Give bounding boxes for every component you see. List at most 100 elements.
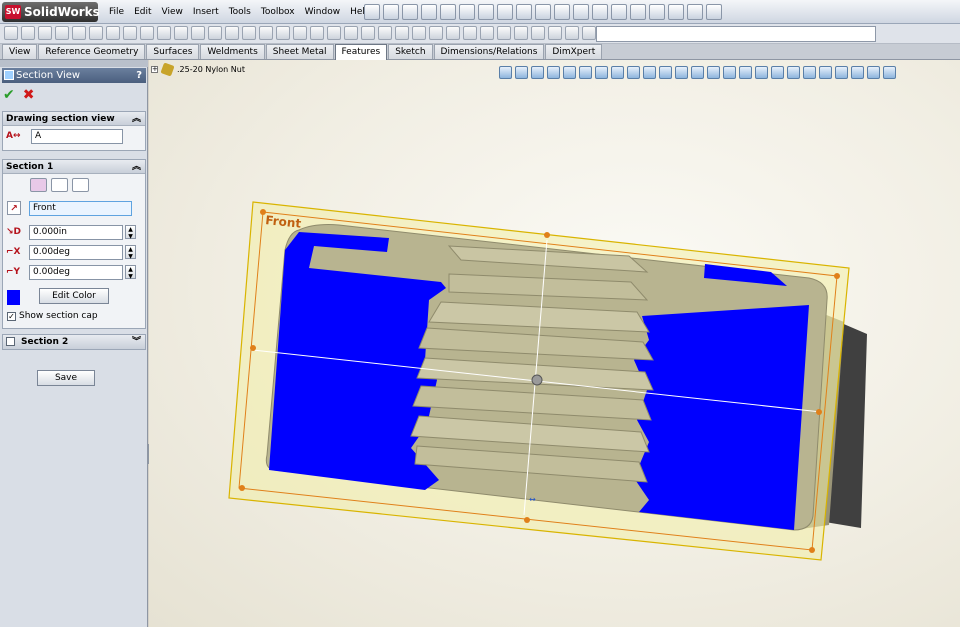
four-view-icon[interactable] — [851, 66, 864, 79]
select-icon[interactable] — [535, 4, 551, 20]
collapse-up-icon[interactable]: ︽ — [132, 112, 141, 126]
curve-icon[interactable] — [361, 26, 375, 40]
delete-face-icon[interactable] — [548, 26, 562, 40]
projected-curve-icon[interactable] — [412, 26, 426, 40]
top-view-icon[interactable] — [723, 66, 736, 79]
chamfer-icon[interactable] — [140, 26, 154, 40]
menu-file[interactable]: File — [104, 0, 129, 24]
section2-header[interactable]: Section 2 ︾ — [3, 335, 145, 349]
face-section-icon[interactable] — [51, 178, 68, 192]
rotation-y-spinner[interactable]: ▲ ▼ — [125, 265, 136, 280]
front-view-icon[interactable] — [659, 66, 672, 79]
zonal-section-icon[interactable] — [72, 178, 89, 192]
left-view-icon[interactable] — [691, 66, 704, 79]
section1-header[interactable]: Section 1 ︽ — [3, 160, 145, 174]
cut-revolve-icon[interactable] — [89, 26, 103, 40]
pan-icon[interactable] — [611, 66, 624, 79]
offset-spinner[interactable]: ▲ ▼ — [125, 225, 136, 240]
section-plane-field[interactable]: Front — [29, 201, 132, 216]
hole-icon[interactable] — [106, 26, 120, 40]
tab-weldments[interactable]: Weldments — [200, 44, 265, 59]
flex-icon[interactable] — [582, 26, 596, 40]
zoom-icon[interactable] — [554, 4, 570, 20]
draft-icon[interactable] — [191, 26, 205, 40]
bottom-view-icon[interactable] — [739, 66, 752, 79]
save-icon[interactable] — [421, 4, 437, 20]
shell-icon[interactable] — [174, 26, 188, 40]
isometric-view-icon[interactable] — [755, 66, 768, 79]
view-orientation-icon[interactable] — [595, 66, 608, 79]
sum-icon[interactable] — [668, 4, 684, 20]
ok-button[interactable]: ✔ — [3, 87, 15, 103]
scale-icon[interactable] — [565, 26, 579, 40]
menu-toolbox[interactable]: Toolbox — [256, 0, 300, 24]
options-icon[interactable] — [478, 4, 494, 20]
tab-surfaces[interactable]: Surfaces — [146, 44, 200, 59]
coordinate-system-icon[interactable] — [327, 26, 341, 40]
previous-view-icon[interactable] — [579, 66, 592, 79]
knit-icon[interactable] — [480, 26, 494, 40]
rebuild-icon[interactable] — [459, 4, 475, 20]
surface-icon[interactable] — [446, 26, 460, 40]
back-view-icon[interactable] — [675, 66, 688, 79]
triad-origin-icon[interactable] — [531, 374, 543, 386]
print-icon[interactable] — [440, 4, 456, 20]
split-line-icon[interactable] — [395, 26, 409, 40]
addin-icon[interactable] — [706, 4, 722, 20]
part-name[interactable]: .25-20 Nylon Nut — [177, 65, 245, 74]
offset-distance-field[interactable]: 0.000in — [29, 225, 123, 240]
composite-curve-icon[interactable] — [429, 26, 443, 40]
tab-sketch[interactable]: Sketch — [388, 44, 433, 59]
zoom-selection-icon[interactable] — [547, 66, 560, 79]
menu-view[interactable]: View — [157, 0, 188, 24]
graphics-area[interactable]: ↔ Front + .25-20 Nylon Nut — [149, 60, 960, 627]
list-icon[interactable] — [630, 4, 646, 20]
tab-dimxpert[interactable]: DimXpert — [545, 44, 603, 59]
open-icon[interactable] — [402, 4, 418, 20]
rotation-x-spinner[interactable]: ▲ ▼ — [125, 245, 136, 260]
help-button[interactable]: ? — [136, 68, 142, 83]
cancel-button[interactable]: ✖ — [23, 87, 35, 103]
tab-sheet-metal[interactable]: Sheet Metal — [265, 44, 334, 59]
equations-icon[interactable] — [649, 4, 665, 20]
section-view-toggle-icon[interactable] — [643, 66, 656, 79]
roll-view-icon[interactable] — [627, 66, 640, 79]
measure-icon[interactable] — [573, 4, 589, 20]
offset-surface-icon[interactable] — [463, 26, 477, 40]
linear-pattern-icon[interactable] — [259, 26, 273, 40]
extrude-icon[interactable] — [4, 26, 18, 40]
tab-reference-geometry[interactable]: Reference Geometry — [38, 44, 146, 59]
section-name-field[interactable]: A — [31, 129, 123, 144]
mirror-icon[interactable] — [242, 26, 256, 40]
show-section-cap-checkbox[interactable]: ✓ — [7, 312, 16, 321]
menu-edit[interactable]: Edit — [129, 0, 156, 24]
instant3d-icon[interactable] — [514, 26, 528, 40]
right-view-icon[interactable] — [707, 66, 720, 79]
sweep-icon[interactable] — [38, 26, 52, 40]
redo-icon[interactable] — [516, 4, 532, 20]
reference-plane-icon[interactable] — [293, 26, 307, 40]
rib-icon[interactable] — [157, 26, 171, 40]
collapse-up-icon[interactable]: ︽ — [132, 160, 141, 174]
app-logo[interactable]: SW SolidWorks — [2, 2, 100, 22]
drawing-section-view-header[interactable]: Drawing section view ︽ — [3, 112, 145, 126]
section2-checkbox[interactable] — [6, 337, 15, 346]
manager-tabs-strip[interactable] — [0, 60, 148, 67]
fillet-icon[interactable] — [123, 26, 137, 40]
point-icon[interactable] — [344, 26, 358, 40]
macro-icon[interactable] — [687, 4, 703, 20]
dimetric-view-icon[interactable] — [787, 66, 800, 79]
pin-icon[interactable] — [364, 4, 380, 20]
tab-view[interactable]: View — [2, 44, 38, 59]
dome-icon[interactable] — [208, 26, 222, 40]
revolve-icon[interactable] — [21, 26, 35, 40]
menu-insert[interactable]: Insert — [188, 0, 224, 24]
reverse-direction-icon[interactable]: ↗ — [7, 201, 21, 215]
thicken-icon[interactable] — [497, 26, 511, 40]
wrap-icon[interactable] — [225, 26, 239, 40]
rotation-y-field[interactable]: 0.00deg — [29, 265, 123, 280]
trimetric-view-icon[interactable] — [771, 66, 784, 79]
loft-icon[interactable] — [55, 26, 69, 40]
single-view-icon[interactable] — [803, 66, 816, 79]
rotate-view-icon[interactable] — [563, 66, 576, 79]
